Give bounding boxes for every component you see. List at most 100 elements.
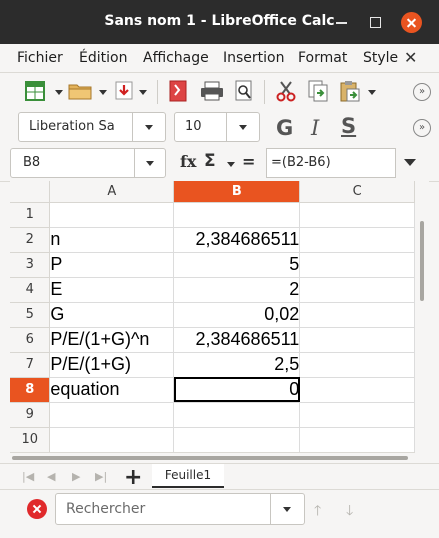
sum-icon[interactable]: Σ [204,151,216,171]
cell-b1[interactable] [173,202,301,228]
row-header-selected[interactable]: 8 [10,377,51,403]
save-dropdown-arrow[interactable] [139,90,147,95]
search-input[interactable] [56,494,272,524]
last-sheet-icon[interactable]: ▶| [95,470,107,483]
column-header-c[interactable]: C [299,181,415,203]
paste-icon[interactable] [338,79,362,103]
row-header[interactable]: 5 [10,302,51,328]
cell-c7[interactable] [299,352,415,378]
cell-a1[interactable] [49,202,175,228]
underline-icon[interactable]: S [341,114,356,138]
cell-b3[interactable]: 5 [173,252,301,278]
minimize-button[interactable] [332,13,352,33]
menu-style[interactable]: Style [363,50,398,66]
font-name-box[interactable]: Liberation Sa [18,112,166,142]
maximize-button[interactable] [366,13,386,33]
cell-b2[interactable]: 2,384686511 [173,227,301,253]
cell-c3[interactable] [299,252,415,278]
save-icon[interactable] [114,80,134,102]
close-find-bar-icon[interactable] [27,499,47,519]
cut-icon[interactable] [275,80,297,102]
cell-b8-active[interactable]: 0 [173,377,301,403]
cell-b9[interactable] [173,402,301,428]
horizontal-scroll-thumb[interactable] [12,456,408,460]
name-box-dropdown-button[interactable] [134,149,165,177]
row-header[interactable]: 4 [10,277,51,303]
close-window-button[interactable] [401,12,422,33]
cell-b5[interactable]: 0,02 [173,302,301,328]
new-spreadsheet-icon[interactable] [25,81,47,101]
row-header[interactable]: 3 [10,252,51,278]
cell-a2[interactable]: n [49,227,175,253]
vertical-scrollbar[interactable] [415,181,429,452]
cell-a6[interactable]: P/E/(1+G)^n [49,327,175,353]
cell-a10[interactable] [49,427,175,453]
menu-format[interactable]: Format [298,50,347,66]
previous-sheet-icon[interactable]: ◀ [47,470,55,483]
cell-c8[interactable] [299,377,415,403]
paste-dropdown-arrow[interactable] [368,90,376,95]
cell-c10[interactable] [299,427,415,453]
sheet-tab[interactable]: Feuille1 [152,464,224,488]
formula-equals-icon[interactable]: = [242,152,255,171]
cell-a9[interactable] [49,402,175,428]
export-pdf-icon[interactable] [167,79,189,103]
row-header[interactable]: 6 [10,327,51,353]
vertical-scroll-thumb[interactable] [420,221,424,301]
close-document-icon[interactable]: ✕ [404,48,417,67]
add-sheet-button[interactable]: + [124,465,142,490]
find-next-icon[interactable]: 🡓 [346,500,353,524]
print-preview-icon[interactable] [233,79,255,103]
toolbar-overflow-icon[interactable]: » [413,83,431,101]
search-dropdown-button[interactable] [270,494,304,524]
next-sheet-icon[interactable]: ▶ [72,470,80,483]
open-folder-icon[interactable] [68,81,94,101]
print-icon[interactable] [199,81,225,101]
name-box[interactable]: B8 [10,148,166,178]
row-header[interactable]: 10 [10,427,51,453]
cell-c1[interactable] [299,202,415,228]
expand-formula-icon[interactable] [404,159,416,166]
menu-insertion[interactable]: Insertion [223,50,284,66]
copy-icon[interactable] [306,79,330,103]
cell-a8[interactable]: equation [49,377,175,403]
cell-c5[interactable] [299,302,415,328]
cell-c9[interactable] [299,402,415,428]
italic-icon[interactable]: I [311,116,319,140]
row-header[interactable]: 7 [10,352,51,378]
cell-b6[interactable]: 2,384686511 [173,327,301,353]
new-dropdown-arrow[interactable] [55,90,63,95]
row-header[interactable]: 1 [10,202,51,228]
cell-b7[interactable]: 2,5 [173,352,301,378]
font-size-dropdown-button[interactable] [226,113,259,141]
cell-a5[interactable]: G [49,302,175,328]
find-previous-icon[interactable]: 🡑 [314,500,321,524]
horizontal-scrollbar[interactable] [10,452,415,463]
sum-dropdown-arrow[interactable] [227,162,235,167]
row-header[interactable]: 2 [10,227,51,253]
cell-c6[interactable] [299,327,415,353]
cell-b10[interactable] [173,427,301,453]
font-size-box[interactable]: 10 [174,112,260,142]
cell-c2[interactable] [299,227,415,253]
function-wizard-icon[interactable]: fx [180,152,196,171]
bold-icon[interactable]: G [276,116,293,140]
corner-select-all[interactable] [10,181,51,203]
cell-a3[interactable]: P [49,252,175,278]
format-overflow-icon[interactable]: » [413,119,431,137]
row-header[interactable]: 9 [10,402,51,428]
font-name-dropdown-button[interactable] [132,113,165,141]
cell-c4[interactable] [299,277,415,303]
menu-fichier[interactable]: Fichier [17,50,63,66]
column-header-a[interactable]: A [49,181,175,203]
cell-a4[interactable]: E [49,277,175,303]
cell-a7[interactable]: P/E/(1+G) [49,352,175,378]
first-sheet-icon[interactable]: |◀ [22,470,34,483]
menu-edition[interactable]: Édition [79,50,127,66]
cell-b4[interactable]: 2 [173,277,301,303]
search-box[interactable] [55,493,305,525]
menu-affichage[interactable]: Affichage [143,50,209,66]
open-dropdown-arrow[interactable] [99,90,107,95]
column-header-b[interactable]: B [173,181,301,203]
formula-input[interactable]: =(B2-B6) [266,148,396,178]
